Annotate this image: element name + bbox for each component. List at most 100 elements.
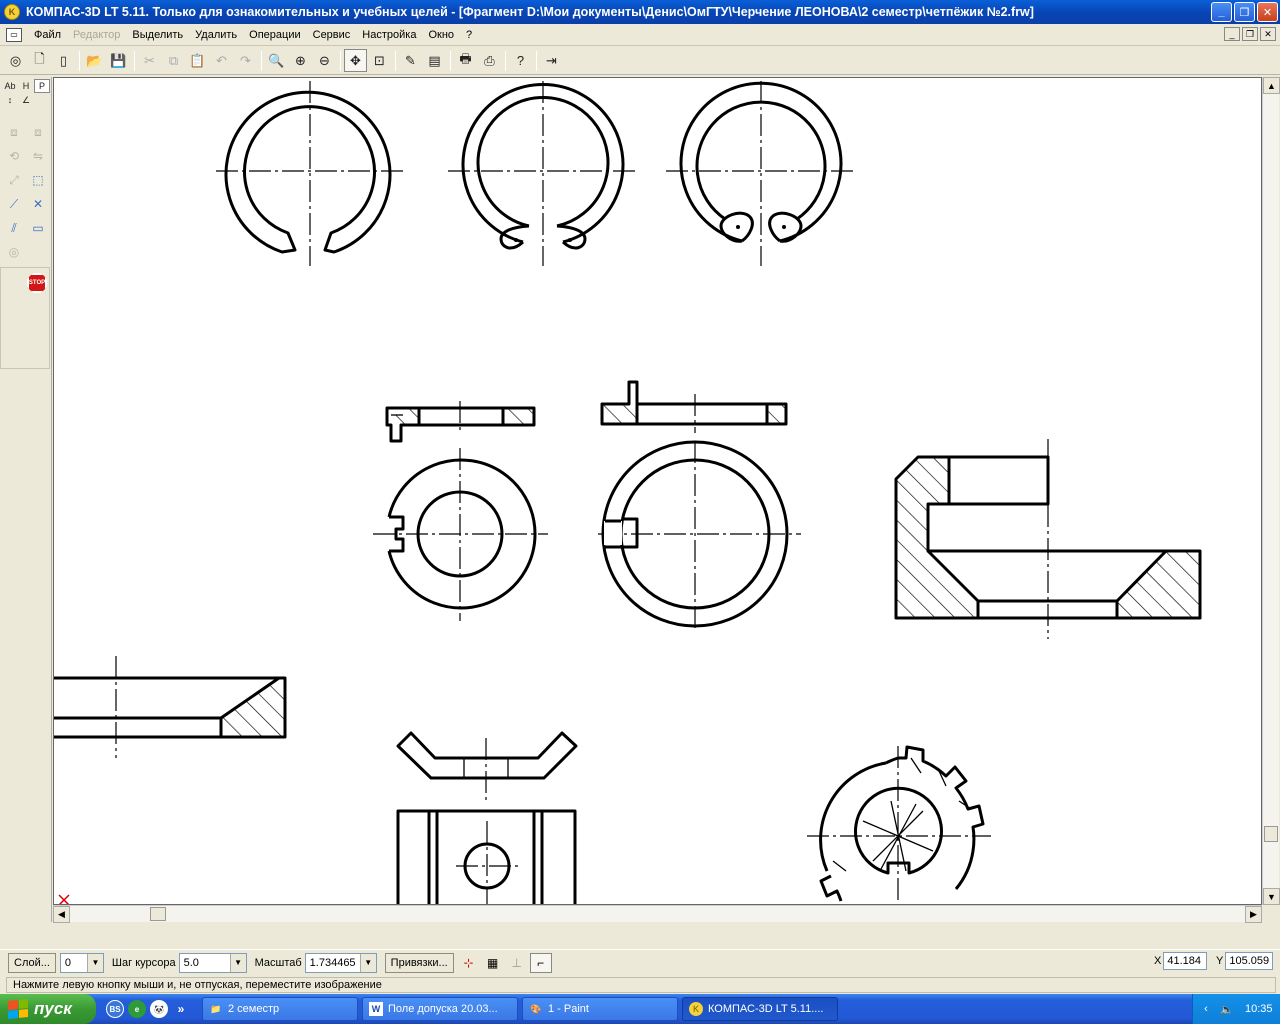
menu-window[interactable]: Окно: [422, 29, 460, 41]
measure-tool-icon[interactable]: ◎: [3, 241, 25, 263]
trim-tool-icon[interactable]: ⟋: [3, 193, 25, 215]
taskbar-item-kompas[interactable]: K КОМПАС-3D LT 5.11....: [682, 997, 838, 1021]
taskbar: пуск BS e 🐼 » 📁 2 семестр W Поле допуска…: [0, 994, 1280, 1024]
cad-drawing: [54, 81, 1202, 904]
new-document-icon[interactable]: 🗋: [28, 49, 51, 72]
deform-tool-icon[interactable]: ⬚: [27, 169, 49, 191]
tab-text[interactable]: Ab: [2, 79, 18, 93]
help-icon[interactable]: ?: [509, 49, 532, 72]
cursor-step-label: Шаг курсора: [111, 956, 176, 969]
clock: 10:35: [1245, 1003, 1273, 1015]
y-value[interactable]: 105.059: [1225, 952, 1274, 970]
taskbar-item-folder[interactable]: 📁 2 семестр: [202, 997, 358, 1021]
fillet-tool-icon[interactable]: ▭: [27, 217, 49, 239]
menu-help[interactable]: ?: [460, 29, 478, 41]
break-tool-icon[interactable]: ✕: [27, 193, 49, 215]
doc-close-button[interactable]: ✕: [1260, 27, 1276, 41]
ortho-mode-icon[interactable]: ⌐: [529, 952, 552, 973]
zoom-out-icon[interactable]: ⊖: [313, 49, 336, 72]
scroll-up-icon[interactable]: ▲: [1263, 77, 1280, 94]
rotate-tool-icon[interactable]: ⟲: [3, 145, 25, 167]
stop-button[interactable]: STOP: [27, 273, 47, 293]
new-sheet-icon[interactable]: ▯: [52, 49, 75, 72]
chevron-down-icon[interactable]: ▼: [86, 953, 103, 972]
chevron-down-icon[interactable]: ▼: [359, 953, 376, 972]
volume-icon[interactable]: 🔈: [1219, 1001, 1235, 1017]
taskbar-item-word[interactable]: W Поле допуска 20.03...: [362, 997, 518, 1021]
document-icon[interactable]: ▭: [6, 27, 22, 42]
tab-geometry[interactable]: P: [34, 79, 50, 93]
cut-icon[interactable]: ✂: [138, 49, 161, 72]
maximize-button[interactable]: ❐: [1234, 2, 1255, 22]
close-button[interactable]: ✕: [1257, 2, 1278, 22]
move-tool-icon[interactable]: ⧈: [3, 121, 25, 143]
scale-select[interactable]: 1.734465 ▼: [304, 952, 377, 973]
zoom-fit-icon[interactable]: ⊡: [368, 49, 391, 72]
layer-button[interactable]: Слой...: [8, 952, 56, 973]
compass-icon[interactable]: ◎: [4, 49, 27, 72]
horizontal-scroll-thumb[interactable]: [150, 907, 166, 921]
browser-icon[interactable]: e: [128, 1000, 146, 1018]
quick-launch-app-icon[interactable]: BS: [106, 1000, 124, 1018]
redo-icon[interactable]: ↷: [234, 49, 257, 72]
exit-icon[interactable]: ⇥: [540, 49, 563, 72]
horizontal-scrollbar[interactable]: ◀ ▶: [53, 905, 1262, 923]
menu-editor[interactable]: Редактор: [67, 29, 126, 41]
print-icon[interactable]: ⎙: [478, 49, 501, 72]
minimize-button[interactable]: _: [1211, 2, 1232, 22]
bushing-section: [54, 656, 287, 758]
tab-measure[interactable]: ↕: [2, 93, 18, 107]
save-icon[interactable]: 💾: [107, 49, 130, 72]
pan-icon[interactable]: ✥: [344, 49, 367, 72]
cursor-step-select[interactable]: 5.0 ▼: [178, 952, 247, 973]
scroll-left-icon[interactable]: ◀: [53, 906, 70, 923]
hatch-tool-icon[interactable]: ⫽: [3, 217, 25, 239]
tab-edit[interactable]: ∠: [18, 93, 34, 107]
menu-service[interactable]: Сервис: [307, 29, 357, 41]
menu-file[interactable]: Файл: [28, 29, 67, 41]
menu-delete[interactable]: Удалить: [189, 29, 243, 41]
menu-operations[interactable]: Операции: [243, 29, 306, 41]
x-value[interactable]: 41.184: [1163, 952, 1208, 970]
drawing-canvas[interactable]: [53, 77, 1262, 905]
vertical-scrollbar[interactable]: ▲ ▼: [1262, 77, 1280, 905]
doc-restore-button[interactable]: ❐: [1242, 27, 1258, 41]
scale-tool-icon[interactable]: ⤢: [3, 169, 25, 191]
properties-icon[interactable]: ✎: [399, 49, 422, 72]
start-button[interactable]: пуск: [0, 994, 96, 1024]
kompas-app-icon[interactable]: K: [4, 4, 20, 20]
washer-2-front: [598, 440, 801, 631]
mirror-tool-icon[interactable]: ⇋: [27, 145, 49, 167]
zoom-in-icon[interactable]: ⊕: [289, 49, 312, 72]
more-chevron-icon[interactable]: »: [172, 1000, 190, 1018]
paste-icon[interactable]: 📋: [186, 49, 209, 72]
copy-icon[interactable]: ⧉: [162, 49, 185, 72]
standard-toolbar: ◎ 🗋 ▯ 📂 💾 ✂ ⧉ 📋 ↶ ↷ 🔍 ⊕ ⊖ ✥ ⊡ ✎ ▤ 🖶 ⎙ ? …: [0, 47, 1280, 75]
tab-dimensions[interactable]: H: [18, 79, 34, 93]
open-folder-icon[interactable]: 📂: [83, 49, 106, 72]
undo-icon[interactable]: ↶: [210, 49, 233, 72]
zoom-icon[interactable]: 🔍: [265, 49, 288, 72]
layer-select[interactable]: 0 ▼: [59, 952, 104, 973]
folder-icon: 📁: [210, 1003, 222, 1014]
compact-panel: Ab H P ↕ ∠ ⧈ ⧈ ⟲ ⇋ ⤢ ⬚ ⟋ ✕ ⫽ ▭ ◎ STOP: [0, 77, 52, 922]
snaps-button[interactable]: Привязки...: [384, 952, 454, 973]
scroll-right-icon[interactable]: ▶: [1245, 906, 1262, 923]
copy-tool-icon[interactable]: ⧈: [27, 121, 49, 143]
scroll-down-icon[interactable]: ▼: [1263, 888, 1280, 905]
grid-icon[interactable]: ▦: [482, 953, 504, 973]
chevron-down-icon[interactable]: ▼: [229, 953, 246, 972]
doc-minimize-button[interactable]: _: [1224, 27, 1240, 41]
snap-settings-icon[interactable]: ⊹: [458, 953, 480, 973]
print-preview-icon[interactable]: 🖶: [454, 49, 477, 72]
washer-1-front: [373, 448, 548, 621]
layer-icon[interactable]: ▤: [423, 49, 446, 72]
local-cs-icon[interactable]: ⊥: [506, 953, 528, 973]
menu-select[interactable]: Выделить: [126, 29, 189, 41]
y-label: Y: [1216, 955, 1224, 967]
taskbar-item-paint[interactable]: 🎨 1 - Paint: [522, 997, 678, 1021]
menu-settings[interactable]: Настройка: [356, 29, 422, 41]
tray-expand-icon[interactable]: ‹: [1198, 1001, 1214, 1017]
vertical-scroll-thumb[interactable]: [1264, 826, 1278, 842]
panda-icon[interactable]: 🐼: [150, 1000, 168, 1018]
